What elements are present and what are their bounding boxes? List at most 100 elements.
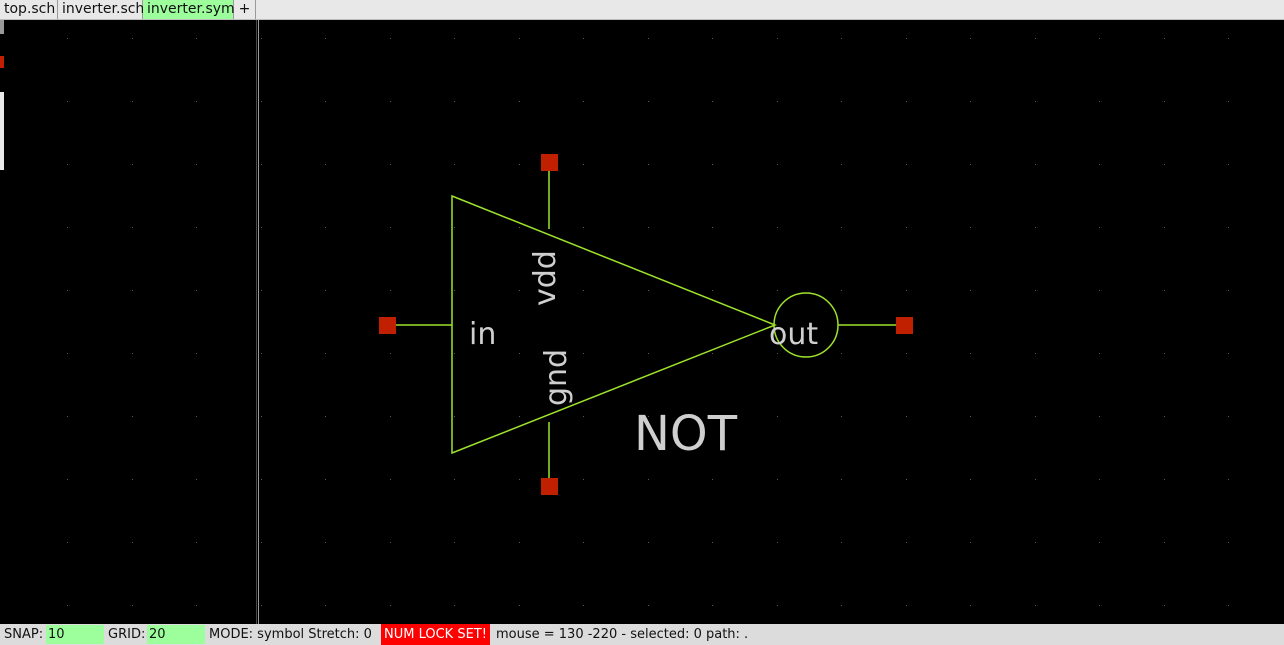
grid-dot [583, 479, 584, 480]
grid-dot [1164, 416, 1165, 417]
grid-dot [841, 227, 842, 228]
grid-dot [1099, 353, 1100, 354]
grid-dot [777, 605, 778, 606]
grid-dot [1035, 416, 1036, 417]
grid-dot [196, 38, 197, 39]
panel-divider[interactable] [258, 20, 259, 624]
grid-dot [1099, 542, 1100, 543]
grid-dot [132, 605, 133, 606]
grid-dot [132, 38, 133, 39]
tab-top-sch[interactable]: top.sch [0, 0, 58, 19]
grid-dot [841, 101, 842, 102]
grid-dot [519, 605, 520, 606]
grid-dot [970, 164, 971, 165]
pin-out[interactable] [896, 317, 913, 334]
grid-dot [648, 479, 649, 480]
grid-dot [583, 290, 584, 291]
grid-dot [1228, 290, 1229, 291]
grid-dot [261, 416, 262, 417]
tab-inverter-sym[interactable]: inverter.sym [143, 0, 235, 19]
grid-dot [1099, 605, 1100, 606]
grid-dot [906, 38, 907, 39]
grid-dot [196, 290, 197, 291]
grid-dot [519, 290, 520, 291]
grid-dot [1228, 353, 1229, 354]
grid-dot [196, 353, 197, 354]
grid-dot [132, 353, 133, 354]
grid-dot [1099, 38, 1100, 39]
grid-dot [132, 416, 133, 417]
grid-dot [841, 605, 842, 606]
schematic-canvas[interactable]: in out vdd gnd NOT [0, 20, 1284, 624]
grid-dot [196, 416, 197, 417]
grid-dot [67, 542, 68, 543]
grid-dot [712, 353, 713, 354]
grid-field[interactable]: 20 [147, 625, 205, 644]
grid-dot [712, 605, 713, 606]
grid-dot [841, 416, 842, 417]
pin-gnd[interactable] [541, 478, 558, 495]
grid-dot [1035, 38, 1036, 39]
grid-dot [712, 38, 713, 39]
grid-dot [325, 353, 326, 354]
grid-dot [1099, 101, 1100, 102]
grid-dot [390, 479, 391, 480]
grid-dot [1035, 101, 1036, 102]
grid-dot [519, 479, 520, 480]
numlock-indicator: NUM LOCK SET! [381, 624, 490, 645]
grid-dot [1099, 416, 1100, 417]
grid-dot [454, 290, 455, 291]
grid-dot [648, 164, 649, 165]
symbol-name-label: NOT [634, 406, 738, 462]
grid-dot [583, 605, 584, 606]
grid-dot [132, 101, 133, 102]
grid-dot [390, 353, 391, 354]
grid-dot [970, 227, 971, 228]
grid-dot [970, 605, 971, 606]
grid-dot [1035, 164, 1036, 165]
grid-dot [648, 227, 649, 228]
pin-in[interactable] [379, 317, 396, 334]
grid-dot [583, 416, 584, 417]
grid-dot [519, 101, 520, 102]
grid-dot [1228, 164, 1229, 165]
grid-dot [648, 542, 649, 543]
grid-dot [1035, 542, 1036, 543]
grid-dot [196, 542, 197, 543]
grid-dot [519, 227, 520, 228]
grid-dot [1035, 605, 1036, 606]
grid-dot [261, 353, 262, 354]
grid-dot [841, 164, 842, 165]
snap-field[interactable]: 10 [46, 625, 104, 644]
snap-label: SNAP: [4, 627, 44, 642]
grid-dot [648, 353, 649, 354]
add-tab-button[interactable]: + [234, 0, 256, 19]
grid-dot [261, 38, 262, 39]
grid-dot [196, 227, 197, 228]
pin-vdd[interactable] [541, 154, 558, 171]
grid-dot [712, 290, 713, 291]
tab-bar: top.sch inverter.sch inverter.sym + [0, 0, 1284, 20]
grid-dot [712, 164, 713, 165]
mode-status: MODE: symbol Stretch: 0 [209, 627, 372, 642]
grid-dot [325, 164, 326, 165]
grid-dot [519, 38, 520, 39]
grid-dot [325, 605, 326, 606]
grid-dot [1164, 353, 1165, 354]
grid-dot [390, 542, 391, 543]
grid-dot [519, 542, 520, 543]
grid-dot [325, 101, 326, 102]
grid-dot [970, 542, 971, 543]
tab-inverter-sch[interactable]: inverter.sch [58, 0, 144, 19]
grid-dot [777, 38, 778, 39]
grid-dot [970, 38, 971, 39]
grid-dot [777, 353, 778, 354]
grid-dot [712, 479, 713, 480]
grid-dot [67, 353, 68, 354]
grid-dot [841, 290, 842, 291]
grid-dot [906, 416, 907, 417]
grid-dot [390, 38, 391, 39]
grid-dot [583, 164, 584, 165]
grid-dot [1164, 479, 1165, 480]
grid-dot [454, 353, 455, 354]
